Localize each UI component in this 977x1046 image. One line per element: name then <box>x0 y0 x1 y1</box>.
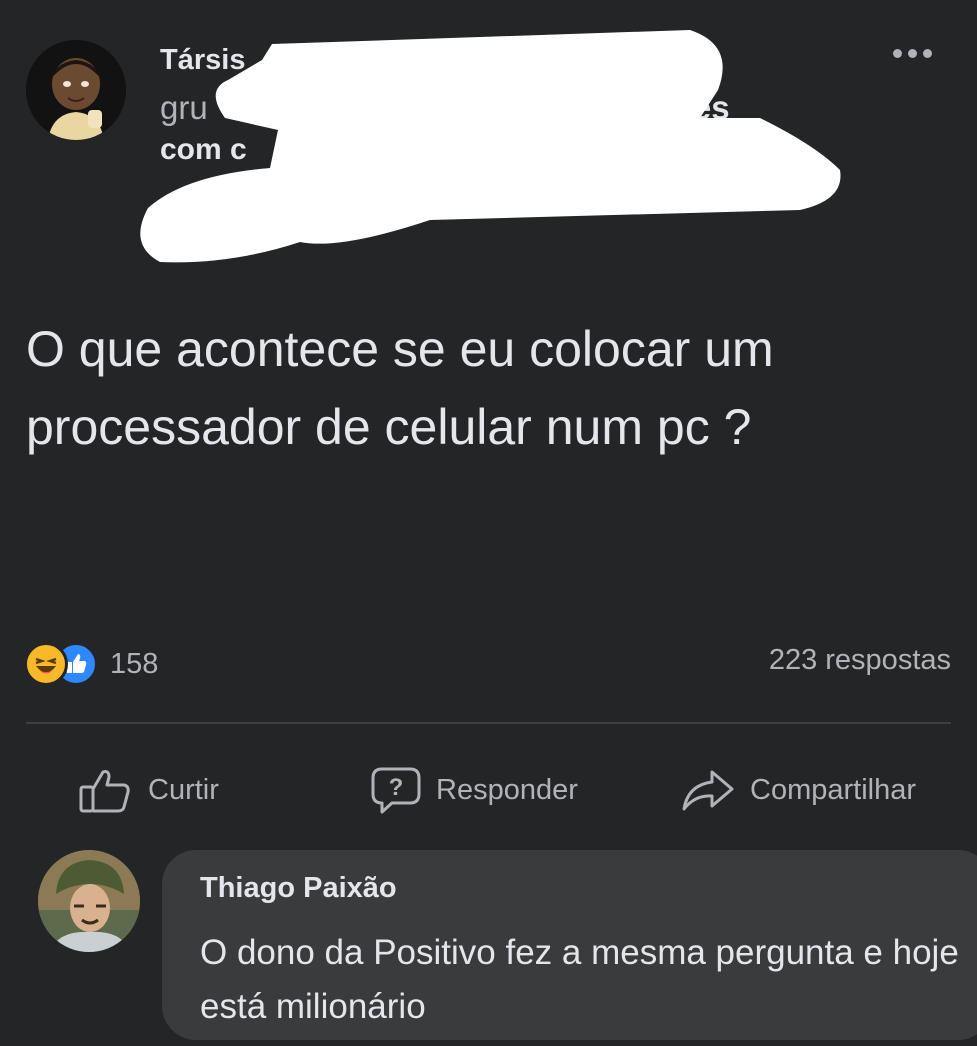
like-button[interactable]: Curtir <box>78 760 219 820</box>
commenter-avatar-photo <box>38 850 140 952</box>
post-card: Társis o gru as pobres com c O que acontec… <box>0 0 977 1046</box>
post-question-text: O que acontece se eu colocar um processa… <box>26 321 774 455</box>
author-name-text[interactable]: Társis <box>160 44 245 76</box>
reply-button[interactable]: ? Responder <box>370 760 578 820</box>
author-avatar[interactable] <box>26 40 126 140</box>
reactions-summary[interactable]: 158 <box>24 640 158 688</box>
post-header: Társis o gru as pobres com c <box>160 40 860 170</box>
more-dot-icon <box>907 48 917 58</box>
author-name[interactable]: Társis o <box>160 40 860 80</box>
group-name-tail[interactable]: as pobres <box>574 89 730 126</box>
replies-count[interactable]: 223 respostas <box>769 644 951 677</box>
more-options-button[interactable] <box>880 36 944 70</box>
thumbs-up-icon <box>79 770 130 813</box>
more-dot-icon <box>892 48 902 58</box>
haha-icon <box>24 642 68 686</box>
post-actions: Curtir ? Responder Compartilhar <box>0 760 977 820</box>
reply-label: Responder <box>436 773 578 806</box>
commenter-avatar[interactable] <box>38 850 140 952</box>
divider <box>26 722 951 724</box>
group-name-prefix[interactable]: gru <box>160 89 208 126</box>
share-label: Compartilhar <box>750 773 916 806</box>
group-name[interactable]: gru as pobres <box>160 86 860 130</box>
comment-bubble: Thiago Paixão O dono da Positivo fez a m… <box>162 850 977 1040</box>
group-name-line2[interactable]: com c <box>160 130 860 170</box>
comment-author[interactable]: Thiago Paixão <box>200 872 397 905</box>
comment-text: O dono da Positivo fez a mesma pergunta … <box>200 933 959 1026</box>
author-avatar-illustration <box>26 40 126 140</box>
more-dot-icon <box>922 48 932 58</box>
author-name-suffix: o <box>563 44 580 76</box>
share-arrow-icon <box>682 770 734 811</box>
question-bubble-icon: ? <box>371 767 421 814</box>
like-label: Curtir <box>148 773 219 806</box>
share-button[interactable]: Compartilhar <box>680 760 916 820</box>
reaction-count: 158 <box>110 647 159 680</box>
svg-text:?: ? <box>389 774 404 801</box>
